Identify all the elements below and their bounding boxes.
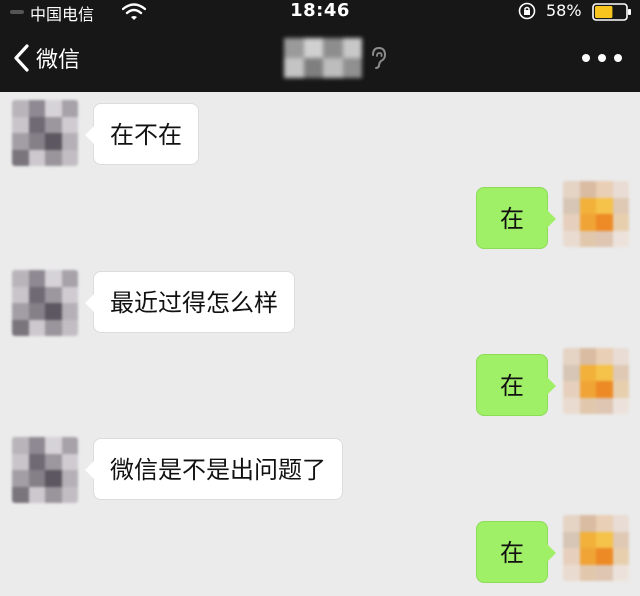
battery-percent: 58% (546, 1, 582, 20)
user-avatar[interactable] (563, 348, 629, 414)
more-button[interactable] (582, 48, 622, 68)
status-bar: 中国电信 18:46 58% (0, 0, 640, 24)
chevron-left-icon (14, 44, 29, 72)
user-avatar[interactable] (563, 515, 629, 581)
message-bubble-outgoing[interactable]: 在 (476, 521, 556, 583)
ear-icon (372, 46, 387, 69)
header: 中国电信 18:46 58% 微信 (0, 0, 640, 92)
message-bubble-incoming[interactable]: 微信是不是出问题了 (85, 438, 343, 500)
contact-avatar[interactable] (12, 437, 78, 503)
message-bubble-incoming[interactable]: 在不在 (85, 103, 199, 165)
battery-icon (592, 3, 631, 21)
contact-name-blurred (284, 38, 362, 78)
back-label: 微信 (36, 48, 81, 73)
back-button[interactable]: 微信 (12, 40, 80, 76)
contact-avatar[interactable] (12, 270, 78, 336)
message-bubble-incoming[interactable]: 最近过得怎么样 (85, 271, 295, 333)
more-icon-dot (598, 54, 606, 62)
orientation-lock-icon (518, 2, 536, 20)
nav-bar: 微信 (0, 24, 640, 92)
contact-avatar[interactable] (12, 100, 78, 166)
chat-area[interactable]: 在不在 在 最近过得怎么样 在 微信是不是出问题了 在 (0, 92, 640, 596)
status-time: 18:46 (290, 0, 350, 21)
more-icon-dot (582, 54, 590, 62)
more-icon-dot (614, 54, 622, 62)
user-avatar[interactable] (563, 181, 629, 247)
message-bubble-outgoing[interactable]: 在 (476, 354, 556, 416)
message-bubble-outgoing[interactable]: 在 (476, 187, 556, 249)
